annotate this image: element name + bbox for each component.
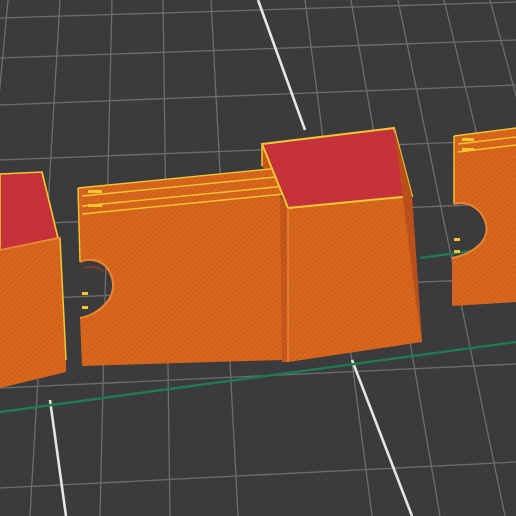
center-block-front-face	[288, 196, 422, 362]
build-plate-scene[interactable]	[0, 0, 516, 516]
slicer-preview-viewport[interactable]	[0, 0, 516, 516]
left-part-front-face	[0, 238, 66, 388]
